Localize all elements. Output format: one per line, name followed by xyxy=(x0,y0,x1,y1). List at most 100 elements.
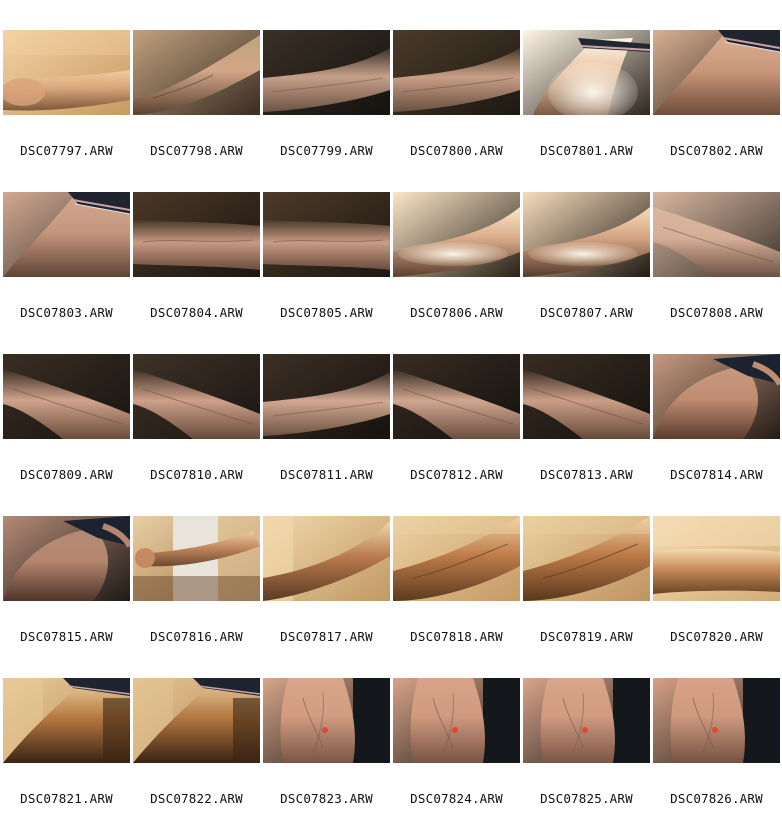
thumbnail-image[interactable] xyxy=(653,678,780,763)
thumbnail-filename: DSC07825.ARW xyxy=(540,791,633,806)
photo-preview xyxy=(3,678,130,763)
thumbnail-item[interactable]: DSC07801.ARW xyxy=(523,30,650,192)
thumbnail-image[interactable] xyxy=(653,516,780,601)
thumbnail-filename: DSC07799.ARW xyxy=(280,143,373,158)
thumbnail-image[interactable] xyxy=(393,30,520,115)
thumbnail-image[interactable] xyxy=(133,678,260,763)
thumbnail-filename: DSC07811.ARW xyxy=(280,467,373,482)
thumbnail-image[interactable] xyxy=(3,516,130,601)
thumbnail-item[interactable]: DSC07800.ARW xyxy=(393,30,520,192)
thumbnail-filename: DSC07807.ARW xyxy=(540,305,633,320)
thumbnail-filename: DSC07823.ARW xyxy=(280,791,373,806)
photo-preview xyxy=(3,30,130,115)
photo-preview xyxy=(653,678,780,763)
thumbnail-filename: DSC07809.ARW xyxy=(20,467,113,482)
thumbnail-item[interactable]: DSC07803.ARW xyxy=(3,192,130,354)
thumbnail-image[interactable] xyxy=(523,516,650,601)
thumbnail-filename: DSC07810.ARW xyxy=(150,467,243,482)
photo-preview xyxy=(263,354,390,439)
thumbnail-item[interactable]: DSC07797.ARW xyxy=(3,30,130,192)
thumbnail-item[interactable]: DSC07810.ARW xyxy=(133,354,260,516)
photo-preview xyxy=(3,192,130,277)
thumbnail-image[interactable] xyxy=(653,30,780,115)
thumbnail-filename: DSC07797.ARW xyxy=(20,143,113,158)
thumbnail-filename: DSC07817.ARW xyxy=(280,629,373,644)
thumbnail-item[interactable]: DSC07823.ARW xyxy=(263,678,390,840)
thumbnail-filename: DSC07804.ARW xyxy=(150,305,243,320)
thumbnail-image[interactable] xyxy=(523,30,650,115)
photo-preview xyxy=(3,354,130,439)
thumbnail-image[interactable] xyxy=(653,192,780,277)
thumbnail-image[interactable] xyxy=(3,30,130,115)
thumbnail-image[interactable] xyxy=(393,678,520,763)
thumbnail-item[interactable]: DSC07820.ARW xyxy=(653,516,780,678)
photo-preview xyxy=(523,678,650,763)
thumbnail-item[interactable]: DSC07811.ARW xyxy=(263,354,390,516)
thumbnail-item[interactable]: DSC07818.ARW xyxy=(393,516,520,678)
thumbnail-image[interactable] xyxy=(133,516,260,601)
thumbnail-image[interactable] xyxy=(263,516,390,601)
thumbnail-image[interactable] xyxy=(3,192,130,277)
thumbnail-filename: DSC07806.ARW xyxy=(410,305,503,320)
thumbnail-item[interactable]: DSC07814.ARW xyxy=(653,354,780,516)
thumbnail-image[interactable] xyxy=(393,354,520,439)
photo-preview xyxy=(653,354,780,439)
photo-preview xyxy=(393,516,520,601)
thumbnail-filename: DSC07822.ARW xyxy=(150,791,243,806)
thumbnail-image[interactable] xyxy=(393,516,520,601)
thumbnail-item[interactable]: DSC07821.ARW xyxy=(3,678,130,840)
photo-preview xyxy=(3,516,130,601)
thumbnail-item[interactable]: DSC07812.ARW xyxy=(393,354,520,516)
thumbnail-image[interactable] xyxy=(523,678,650,763)
thumbnail-filename: DSC07800.ARW xyxy=(410,143,503,158)
thumbnail-image[interactable] xyxy=(263,354,390,439)
thumbnail-filename: DSC07808.ARW xyxy=(670,305,763,320)
thumbnail-image[interactable] xyxy=(263,192,390,277)
thumbnail-item[interactable]: DSC07824.ARW xyxy=(393,678,520,840)
thumbnail-filename: DSC07805.ARW xyxy=(280,305,373,320)
thumbnail-item[interactable]: DSC07816.ARW xyxy=(133,516,260,678)
thumbnail-item[interactable]: DSC07798.ARW xyxy=(133,30,260,192)
thumbnail-image[interactable] xyxy=(133,354,260,439)
photo-preview xyxy=(263,516,390,601)
thumbnail-image[interactable] xyxy=(523,192,650,277)
thumbnail-image[interactable] xyxy=(3,678,130,763)
photo-preview xyxy=(263,192,390,277)
thumbnail-filename: DSC07820.ARW xyxy=(670,629,763,644)
thumbnail-item[interactable]: DSC07799.ARW xyxy=(263,30,390,192)
photo-preview xyxy=(653,192,780,277)
thumbnail-item[interactable]: DSC07806.ARW xyxy=(393,192,520,354)
thumbnail-image[interactable] xyxy=(523,354,650,439)
photo-preview xyxy=(653,516,780,601)
thumbnail-image[interactable] xyxy=(263,30,390,115)
thumbnail-item[interactable]: DSC07826.ARW xyxy=(653,678,780,840)
thumbnail-filename: DSC07813.ARW xyxy=(540,467,633,482)
thumbnail-grid: DSC07797.ARW DSC07798.ARW DSC07799.ARW DSC0… xyxy=(3,30,781,840)
thumbnail-image[interactable] xyxy=(653,354,780,439)
thumbnail-filename: DSC07812.ARW xyxy=(410,467,503,482)
thumbnail-filename: DSC07803.ARW xyxy=(20,305,113,320)
thumbnail-item[interactable]: DSC07802.ARW xyxy=(653,30,780,192)
thumbnail-item[interactable]: DSC07808.ARW xyxy=(653,192,780,354)
thumbnail-item[interactable]: DSC07815.ARW xyxy=(3,516,130,678)
thumbnail-image[interactable] xyxy=(133,30,260,115)
thumbnail-item[interactable]: DSC07809.ARW xyxy=(3,354,130,516)
photo-preview xyxy=(523,192,650,277)
thumbnail-item[interactable]: DSC07825.ARW xyxy=(523,678,650,840)
thumbnail-item[interactable]: DSC07805.ARW xyxy=(263,192,390,354)
thumbnail-image[interactable] xyxy=(3,354,130,439)
thumbnail-item[interactable]: DSC07813.ARW xyxy=(523,354,650,516)
photo-preview xyxy=(523,354,650,439)
photo-preview xyxy=(133,516,260,601)
thumbnail-item[interactable]: DSC07819.ARW xyxy=(523,516,650,678)
thumbnail-filename: DSC07802.ARW xyxy=(670,143,763,158)
thumbnail-image[interactable] xyxy=(263,678,390,763)
thumbnail-filename: DSC07826.ARW xyxy=(670,791,763,806)
thumbnail-image[interactable] xyxy=(133,192,260,277)
photo-preview xyxy=(133,678,260,763)
thumbnail-item[interactable]: DSC07817.ARW xyxy=(263,516,390,678)
thumbnail-image[interactable] xyxy=(393,192,520,277)
thumbnail-item[interactable]: DSC07822.ARW xyxy=(133,678,260,840)
thumbnail-item[interactable]: DSC07807.ARW xyxy=(523,192,650,354)
thumbnail-item[interactable]: DSC07804.ARW xyxy=(133,192,260,354)
